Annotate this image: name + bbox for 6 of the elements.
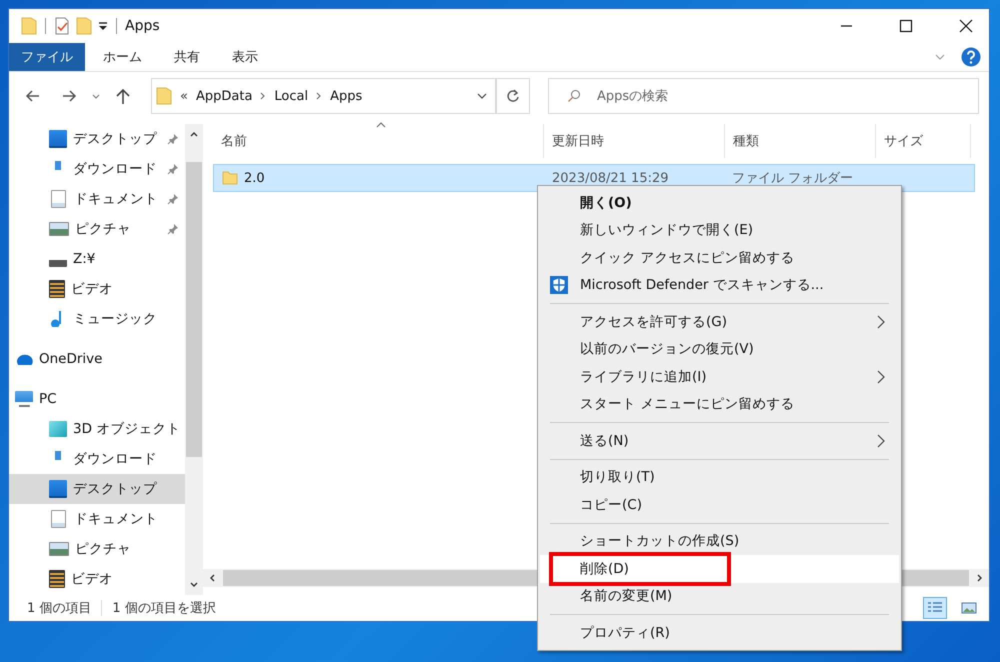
file-name: 2.0 [244,170,265,186]
table-cell-text: ファイル フォルダー [731,170,854,187]
window-title: Apps [125,18,160,34]
table-cell-text: 2023/08/21 15:29 [551,170,670,186]
selection-count: 1 個の項目を選択 [112,600,216,617]
item-count: 1 個の項目 [27,600,92,617]
